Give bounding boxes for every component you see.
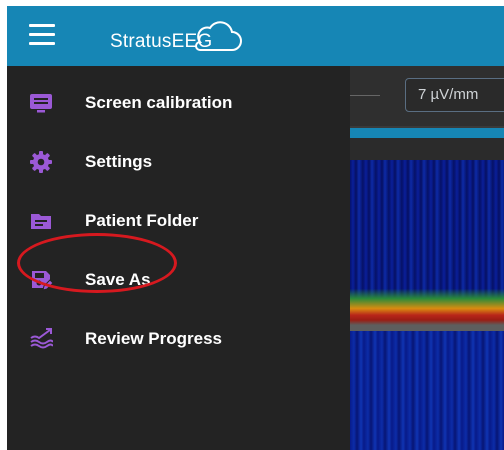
gear-icon <box>30 151 52 173</box>
menu-item-label: Patient Folder <box>85 211 199 230</box>
hamburger-menu-icon[interactable] <box>29 24 55 46</box>
spectrogram-panel[interactable] <box>350 331 504 450</box>
sensitivity-value: 7 µV/mm <box>418 86 479 103</box>
waves-progress-icon <box>30 328 53 349</box>
timeline-strip[interactable] <box>350 128 504 138</box>
menu-item-review-progress[interactable]: Review Progress <box>7 317 350 361</box>
main-view: 7 µV/mm <box>350 66 504 450</box>
spectrogram-panel[interactable] <box>350 160 504 325</box>
divider <box>350 95 380 96</box>
eeg-toolbar: 7 µV/mm <box>350 66 504 126</box>
top-app-bar: StratusEEG <box>7 6 504 66</box>
menu-item-label: Settings <box>85 152 153 171</box>
divider <box>350 138 504 160</box>
app-window: StratusEEG Screen calibration Settings P… <box>7 6 504 450</box>
menu-item-label: Review Progress <box>85 329 223 348</box>
menu-item-patient-folder[interactable]: Patient Folder <box>7 199 350 243</box>
navigation-drawer: Screen calibration Settings Patient Fold… <box>7 66 350 450</box>
menu-item-label: Save As <box>85 270 151 289</box>
menu-item-settings[interactable]: Settings <box>7 140 350 184</box>
sensitivity-select[interactable]: 7 µV/mm <box>405 78 504 112</box>
menu-item-save-as[interactable]: Save As <box>7 258 350 302</box>
save-edit-icon <box>32 271 53 291</box>
monitor-icon <box>30 94 52 113</box>
cloud-icon <box>195 21 242 51</box>
folder-icon <box>31 214 51 229</box>
menu-item-label: Screen calibration <box>85 93 233 112</box>
menu-item-screen-calibration[interactable]: Screen calibration <box>7 81 350 125</box>
